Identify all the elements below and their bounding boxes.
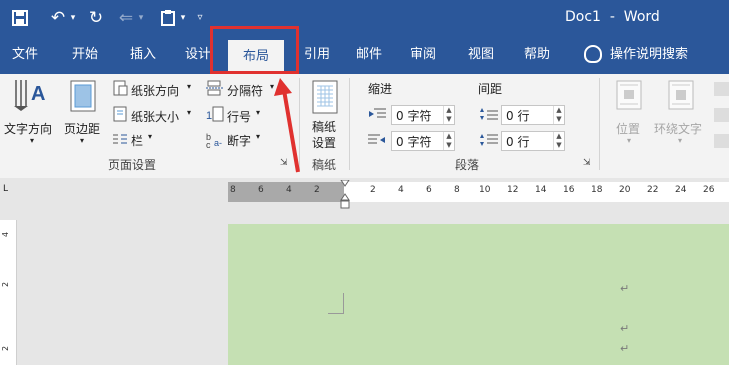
annotation-arrow-icon [274,78,300,173]
